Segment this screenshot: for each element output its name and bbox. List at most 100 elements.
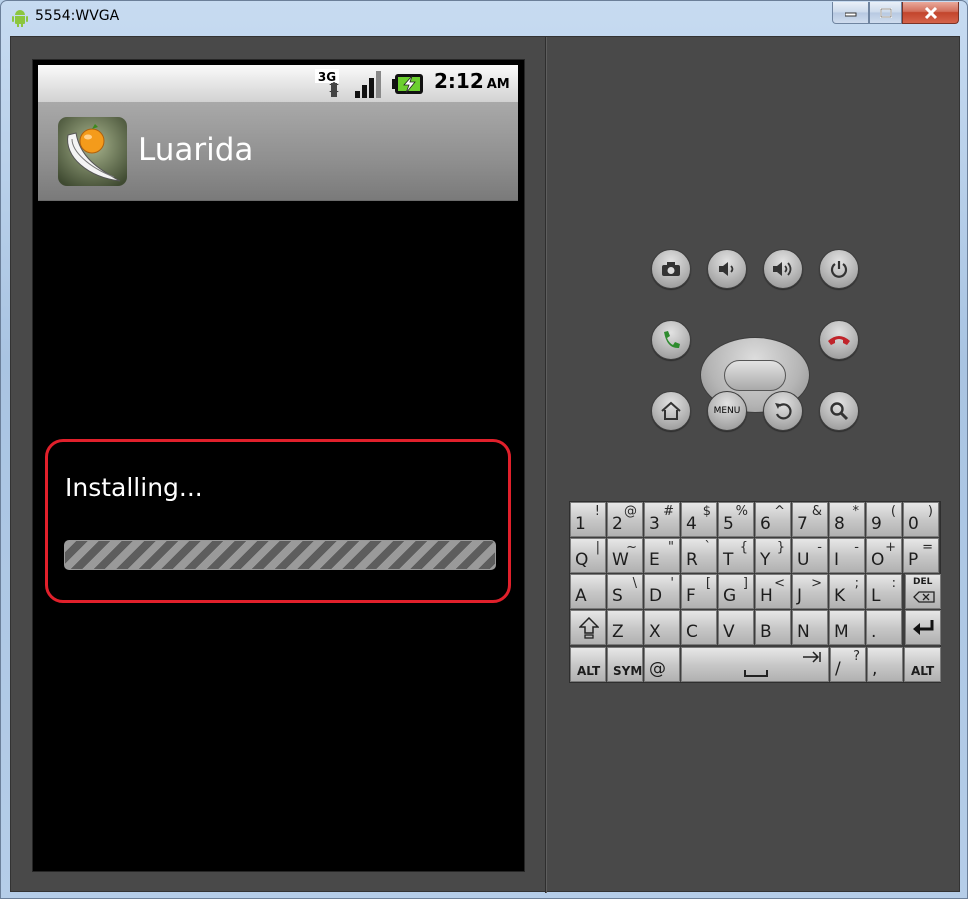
space-icon xyxy=(744,670,768,677)
key-secondary-label: % xyxy=(735,504,748,519)
key-row1-5[interactable]: 6 ^ xyxy=(755,502,791,537)
key-alt-left[interactable]: ALT xyxy=(570,647,606,682)
key-slash[interactable]: / ? xyxy=(830,647,866,682)
key-primary-label: 3 xyxy=(649,514,660,534)
key-secondary-label: & xyxy=(811,504,822,519)
key-row3-1[interactable]: S \ xyxy=(607,574,643,609)
dpad-center-button[interactable] xyxy=(724,360,786,391)
battery-charging-icon xyxy=(392,74,423,94)
key-primary-label: T xyxy=(723,550,734,570)
install-dialog: Installing... xyxy=(45,439,511,603)
title-bar[interactable]: 5554:WVGA xyxy=(1,1,967,35)
device-screen[interactable]: 3G 2:12 AM Luarida Installing... xyxy=(32,59,525,872)
key-row4-2[interactable]: C xyxy=(681,610,717,645)
key-space[interactable] xyxy=(681,647,829,682)
key-shift[interactable] xyxy=(570,610,606,645)
key-secondary-label: = xyxy=(922,540,933,555)
key-row2-8[interactable]: O + xyxy=(866,538,902,573)
window-title: 5554:WVGA xyxy=(35,8,120,24)
end-call-button[interactable] xyxy=(819,320,859,360)
key-primary-label: S xyxy=(612,586,623,606)
key-primary-label: 5 xyxy=(723,514,734,534)
key-row1-7[interactable]: 8 * xyxy=(829,502,865,537)
key-secondary-label: } xyxy=(776,540,785,555)
app-title: Luarida xyxy=(138,132,254,168)
camera-button[interactable] xyxy=(651,249,691,289)
maximize-button[interactable] xyxy=(869,2,902,24)
key-row4-0[interactable]: Z xyxy=(607,610,643,645)
key-row3-6[interactable]: J > xyxy=(792,574,828,609)
minimize-button[interactable] xyxy=(832,2,869,24)
key-secondary-label: ] xyxy=(742,576,748,591)
key-row2-2[interactable]: E " xyxy=(644,538,680,573)
search-button[interactable] xyxy=(819,391,859,431)
key-secondary-label: < xyxy=(774,576,785,591)
key-primary-label: Q xyxy=(575,550,589,570)
key-primary-label: D xyxy=(649,586,663,606)
key-row2-4[interactable]: T{ xyxy=(718,538,754,573)
key-row4-5[interactable]: N xyxy=(792,610,828,645)
key-secondary-label: ' xyxy=(670,576,674,591)
call-button[interactable] xyxy=(651,320,691,360)
key-delete[interactable]: DEL xyxy=(905,574,941,609)
key-comma[interactable]: , xyxy=(867,647,903,682)
key-row2-0[interactable]: Q | xyxy=(570,538,606,573)
key-secondary-label: { xyxy=(739,540,748,555)
key-primary-label: N xyxy=(797,622,810,642)
home-button[interactable] xyxy=(651,391,691,431)
key-row1-6[interactable]: 7 & xyxy=(792,502,828,537)
key-enter[interactable] xyxy=(905,610,941,645)
key-row2-5[interactable]: Y} xyxy=(755,538,791,573)
key-row3-3[interactable]: F[ xyxy=(681,574,717,609)
key-row1-1[interactable]: 2 @ xyxy=(607,502,643,537)
key-row4-1[interactable]: X xyxy=(644,610,680,645)
back-button[interactable] xyxy=(763,391,803,431)
key-row2-1[interactable]: W ~ xyxy=(607,538,643,573)
key-secondary-label: ` xyxy=(704,540,712,555)
key-row4-6[interactable]: M xyxy=(829,610,865,645)
shift-icon xyxy=(579,617,599,639)
key-row2-6[interactable]: U- xyxy=(792,538,828,573)
key-row3-2[interactable]: D ' xyxy=(644,574,680,609)
status-clock: 2:12 AM xyxy=(434,69,510,93)
key-row1-9[interactable]: 0) xyxy=(903,502,939,537)
key-row3-7[interactable]: K; xyxy=(829,574,865,609)
key-row2-7[interactable]: I- xyxy=(829,538,865,573)
key-row1-3[interactable]: 4 $ xyxy=(681,502,717,537)
luarida-logo-icon xyxy=(58,117,127,186)
power-icon xyxy=(830,261,848,278)
key-row1-2[interactable]: 3 # xyxy=(644,502,680,537)
key-at[interactable]: @ xyxy=(644,647,680,682)
key-row3-0[interactable]: A xyxy=(570,574,606,609)
menu-button[interactable]: MENU xyxy=(707,391,747,431)
key-alt-right[interactable]: ALT xyxy=(904,647,941,682)
key-row4-7[interactable]: . xyxy=(866,610,902,645)
volume-up-button[interactable] xyxy=(763,249,803,289)
key-row3-5[interactable]: H < xyxy=(755,574,791,609)
key-row3-4[interactable]: G] xyxy=(718,574,754,609)
key-sym[interactable]: SYM xyxy=(607,647,643,682)
key-row4-4[interactable]: B xyxy=(755,610,791,645)
volume-down-button[interactable] xyxy=(707,249,747,289)
key-row2-9[interactable]: P = xyxy=(903,538,939,573)
key-row4-3[interactable]: V xyxy=(718,610,754,645)
app-icon xyxy=(58,117,127,186)
key-row3-8[interactable]: L: xyxy=(866,574,902,609)
key-primary-label: F xyxy=(686,586,696,606)
key-primary-label: E xyxy=(649,550,660,570)
power-button[interactable] xyxy=(819,249,859,289)
key-primary-label: A xyxy=(575,586,587,606)
key-secondary-label: * xyxy=(852,504,860,519)
enter-icon xyxy=(913,620,934,635)
key-secondary-label: \ xyxy=(632,576,637,591)
maximize-icon xyxy=(879,7,892,18)
key-primary-label: L xyxy=(871,586,881,606)
key-primary-label: V xyxy=(723,622,735,642)
key-row2-3[interactable]: R ` xyxy=(681,538,717,573)
key-primary-label: G xyxy=(723,586,737,606)
close-button[interactable] xyxy=(902,2,959,24)
key-row1-4[interactable]: 5% xyxy=(718,502,754,537)
key-secondary-label: " xyxy=(668,540,674,555)
key-row1-8[interactable]: 9( xyxy=(866,502,902,537)
key-row1-0[interactable]: 1! xyxy=(570,502,606,537)
